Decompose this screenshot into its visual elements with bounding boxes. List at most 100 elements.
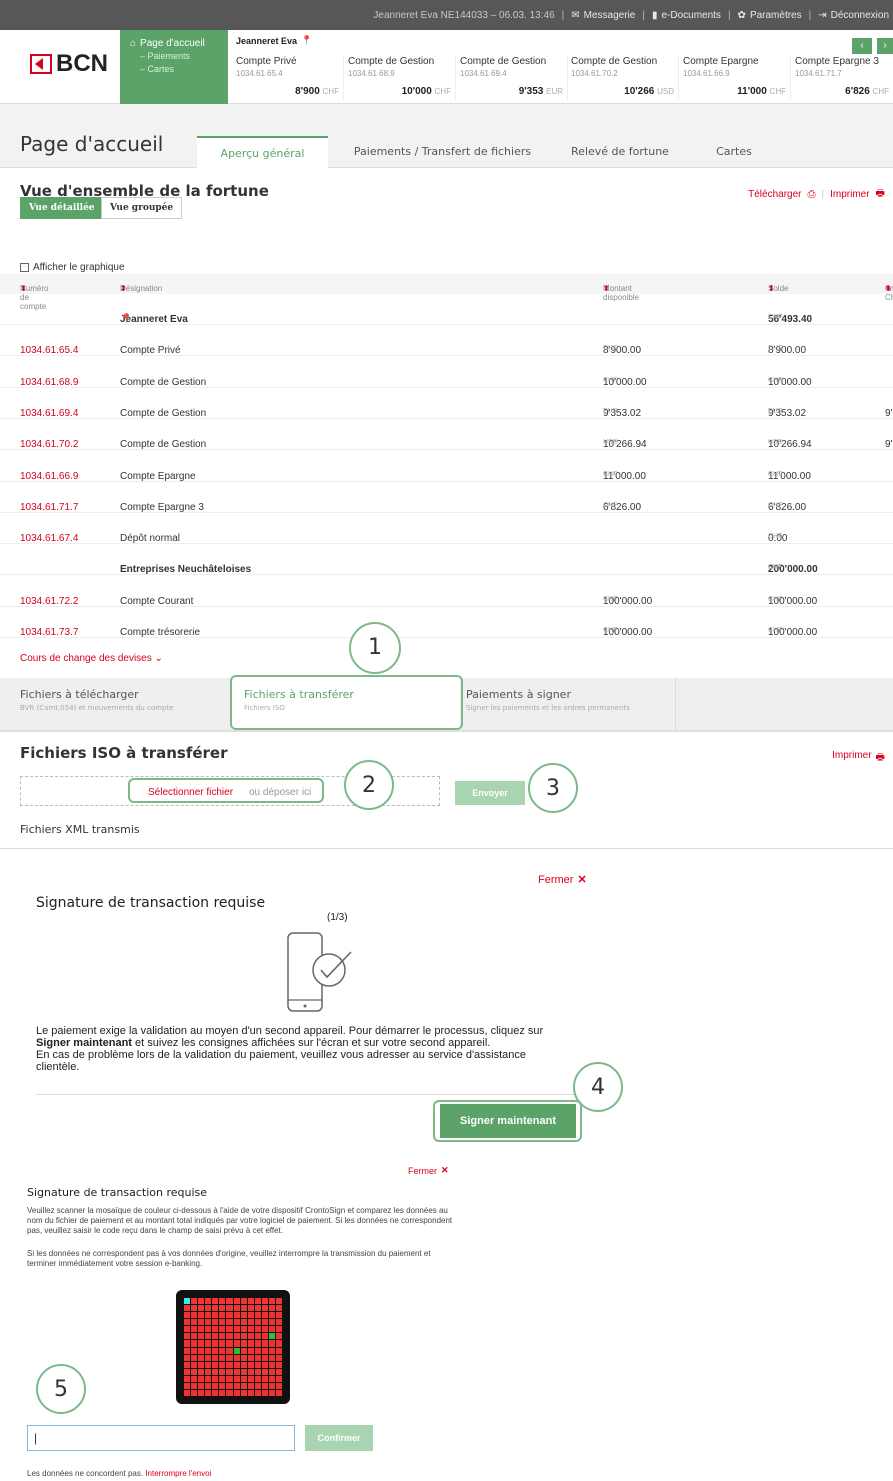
table-row[interactable]: Jeanneret Eva 📍 56'493.40 CHF (0, 294, 893, 325)
modal-title: Signature de transaction requise (27, 1186, 208, 1199)
pin-icon[interactable]: 📍 (120, 314, 132, 325)
mosaic-cell (198, 1368, 205, 1375)
logout-link[interactable]: ⇥ Déconnexion (818, 10, 889, 21)
mosaic-cell (247, 1333, 254, 1340)
table-row[interactable]: 1034.61.66.9 Compte Epargne 11'000.00 CHF 1… (0, 451, 893, 482)
table-row[interactable]: 1034.61.68.9 Compte de Gestion 10'000.00 C… (0, 357, 893, 388)
table-row[interactable]: 1034.61.65.4 Compte Privé 8'900.00 CHF 8'90… (0, 325, 893, 357)
prev-accounts-button[interactable]: ‹ (852, 38, 872, 54)
mosaic-cell (205, 1326, 212, 1333)
mosaic-cell (212, 1375, 219, 1382)
code-input[interactable]: | (27, 1425, 295, 1451)
close-button[interactable]: Fermer ✕ (408, 1165, 449, 1176)
account-card[interactable]: Compte Epargne 3 1034.61.71.7 6'826 CHF (795, 56, 893, 100)
mosaic-cell (261, 1298, 268, 1305)
mosaic-cell (219, 1375, 226, 1382)
mosaic-cell (247, 1312, 254, 1319)
select-file-button[interactable]: Sélectionner fichier (148, 787, 233, 798)
table-row[interactable]: 1034.61.69.4 Compte de Gestion 9'353.02 EU… (0, 388, 893, 419)
mosaic-cell (184, 1333, 191, 1340)
fx-rates-link[interactable]: Cours de change des devises ⌄ (20, 653, 163, 664)
step-marker-1: 1 (349, 622, 401, 674)
account-card[interactable]: Compte de Gestion 1034.61.70.2 10'266 US… (571, 56, 679, 100)
mosaic-cell (205, 1340, 212, 1347)
table-row[interactable]: 1034.61.73.7 Compte trésorerie 100'000.00 … (0, 607, 893, 638)
next-accounts-button[interactable]: › (877, 38, 893, 54)
mosaic-cell (205, 1312, 212, 1319)
mosaic-cell (240, 1389, 247, 1396)
mosaic-cell (268, 1375, 275, 1382)
mosaic-cell (268, 1347, 275, 1354)
tab-overview[interactable]: Aperçu général (197, 136, 328, 168)
send-button[interactable]: Envoyer (455, 781, 525, 805)
mosaic-cell (184, 1354, 191, 1361)
tab-payments-to-sign[interactable]: Paiements à signer Signer les paiements … (466, 678, 676, 730)
messages-link[interactable]: ✉ Messagerie (571, 10, 635, 21)
mosaic-cell (240, 1382, 247, 1389)
mosaic-cell (219, 1347, 226, 1354)
bcn-logo[interactable]: BCN (30, 50, 108, 78)
tab-payments[interactable]: Paiements / Transfert de fichiers (335, 136, 550, 168)
mosaic-cell (240, 1368, 247, 1375)
account-card[interactable]: Compte de Gestion 1034.61.69.4 9'353 EUR (460, 56, 568, 100)
mosaic-cell (198, 1347, 205, 1354)
pdf-icon[interactable]: ⎙ (807, 189, 815, 200)
pin-icon[interactable]: 📍 (301, 35, 312, 46)
nav-home[interactable]: ⌂ Page d'accueil (130, 38, 228, 49)
mosaic-cell (254, 1354, 261, 1361)
mosaic-cell (184, 1368, 191, 1375)
mosaic-cell (212, 1347, 219, 1354)
mosaic-cell (198, 1382, 205, 1389)
document-icon: ▮ (651, 9, 658, 21)
mosaic-cell (233, 1354, 240, 1361)
detailed-view-button[interactable]: Vue détaillée (20, 197, 104, 219)
table-row[interactable]: Entreprises Neuchâteloises 200'000.00 CH… (0, 544, 893, 576)
mosaic-cell (205, 1319, 212, 1326)
mosaic-cell (261, 1333, 268, 1340)
nav-cards[interactable]: – Cartes (130, 64, 228, 75)
tab-files-download[interactable]: Fichiers à télécharger BVR (Camt.054) et… (20, 678, 225, 730)
instructions: Veuillez scanner la mosaïque de couleur … (27, 1206, 453, 1235)
tab-wealth-statement[interactable]: Relevé de fortune (555, 136, 685, 168)
nav-payments[interactable]: – Paiements (130, 51, 228, 62)
sign-now-button[interactable]: Signer maintenant (440, 1104, 576, 1138)
table-row[interactable]: 1034.61.72.2 Compte Courant 100'000.00 CHF… (0, 576, 893, 607)
mosaic-cell (184, 1312, 191, 1319)
print-link[interactable]: Imprimer (830, 189, 869, 200)
account-card[interactable]: Compte de Gestion 1034.61.68.9 10'000 CH… (348, 56, 456, 100)
account-card[interactable]: Compte Epargne 1034.61.66.9 11'000 CHF (683, 56, 791, 100)
confirm-button[interactable]: Confirmer (305, 1425, 373, 1451)
account-card[interactable]: Compte Privé 1034.61.65.4 8'900 CHF (236, 56, 344, 100)
mosaic-cell (233, 1389, 240, 1396)
mosaic-cell (268, 1382, 275, 1389)
mosaic-cell (268, 1368, 275, 1375)
mosaic-cell (275, 1333, 282, 1340)
iso-print-link[interactable]: Imprimer 🖶 (832, 750, 885, 767)
mosaic-cell (219, 1368, 226, 1375)
tab-cards[interactable]: Cartes (690, 136, 778, 168)
mosaic-cell (212, 1361, 219, 1368)
mosaic-cell (205, 1361, 212, 1368)
mosaic-cell (247, 1326, 254, 1333)
table-row[interactable]: 1034.61.67.4 Dépôt normal 0.00 CHF (0, 513, 893, 545)
download-link[interactable]: Télécharger (748, 189, 801, 200)
mosaic-cell (198, 1326, 205, 1333)
mosaic-cell (233, 1382, 240, 1389)
close-button[interactable]: Fermer ✕ (538, 873, 587, 887)
table-row[interactable]: 1034.61.70.2 Compte de Gestion 10'266.94 U… (0, 419, 893, 451)
modal-title: Signature de transaction requise (36, 895, 266, 911)
mosaic-cell (247, 1298, 254, 1305)
mosaic-cell (275, 1375, 282, 1382)
page-title: Page d'accueil (20, 132, 164, 156)
table-row[interactable]: 1034.61.71.7 Compte Epargne 3 6'826.00 CHF… (0, 482, 893, 513)
mosaic-cell (240, 1354, 247, 1361)
printer-icon[interactable]: 🖶 (876, 186, 885, 203)
grouped-view-button[interactable]: Vue groupée (101, 197, 183, 219)
show-graph-checkbox[interactable]: Afficher le graphique (20, 262, 125, 273)
abort-transmission-link[interactable]: Interrompre l'envoi (145, 1469, 211, 1478)
edocuments-link[interactable]: ▮ e-Documents (652, 10, 721, 21)
checkbox[interactable] (20, 263, 29, 272)
settings-link[interactable]: ✿ Paramètres (738, 10, 802, 21)
mosaic-cell (240, 1319, 247, 1326)
edit-icon: ✎ (885, 284, 892, 293)
